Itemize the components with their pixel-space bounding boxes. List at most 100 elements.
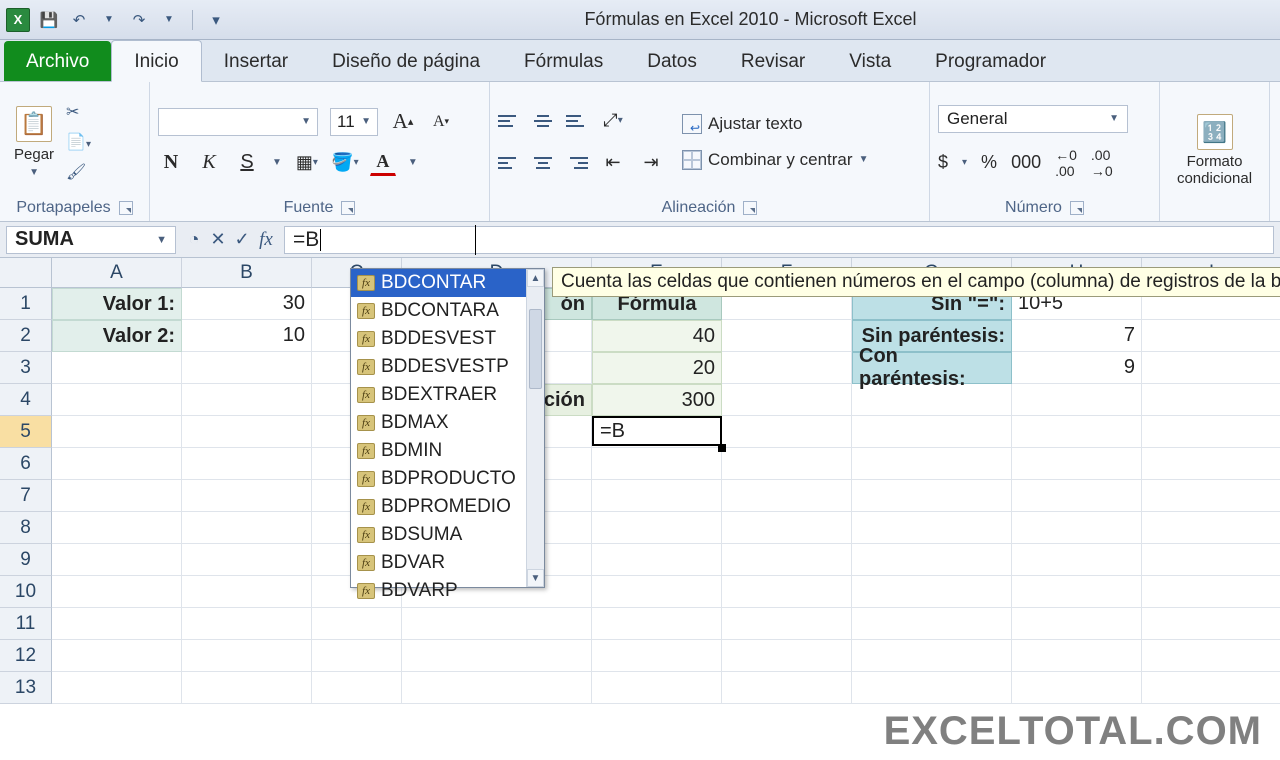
cell-I2[interactable] xyxy=(1142,320,1280,352)
cell-C11[interactable] xyxy=(312,608,402,640)
cell-G8[interactable] xyxy=(852,512,1012,544)
increase-decimal-button[interactable]: ←0.00 xyxy=(1055,147,1077,179)
tab-datos[interactable]: Datos xyxy=(625,41,719,81)
cell-A1[interactable]: Valor 1: xyxy=(52,288,182,320)
autocomplete-item[interactable]: fxBDPROMEDIO xyxy=(351,493,544,521)
row-header-2[interactable]: 2 xyxy=(0,320,52,352)
cell-H7[interactable] xyxy=(1012,480,1142,512)
cell-H2[interactable]: 7 xyxy=(1012,320,1142,352)
grow-font-button[interactable]: A▴ xyxy=(390,109,416,135)
cell-B12[interactable] xyxy=(182,640,312,672)
autocomplete-item[interactable]: fxBDSUMA xyxy=(351,521,544,549)
cell-H9[interactable] xyxy=(1012,544,1142,576)
autocomplete-item[interactable]: fxBDDESVESTP xyxy=(351,353,544,381)
cell-A7[interactable] xyxy=(52,480,182,512)
autocomplete-item[interactable]: fxBDPRODUCTO xyxy=(351,465,544,493)
tab-insertar[interactable]: Insertar xyxy=(202,41,310,81)
percent-button[interactable]: % xyxy=(981,152,997,173)
cell-H4[interactable] xyxy=(1012,384,1142,416)
autocomplete-item[interactable]: fxBDDESVEST xyxy=(351,325,544,353)
spreadsheet-grid[interactable]: ABCDEFGHI 12345678910111213 Valor 1:Valo… xyxy=(0,258,1280,760)
cell-E5[interactable]: =B xyxy=(592,416,722,446)
cell-A3[interactable] xyxy=(52,352,182,384)
tab-archivo[interactable]: Archivo xyxy=(4,41,111,81)
tab-revisar[interactable]: Revisar xyxy=(719,41,827,81)
cell-B1[interactable]: 30 xyxy=(182,288,312,320)
bold-button[interactable]: N xyxy=(158,150,184,176)
cell-A8[interactable] xyxy=(52,512,182,544)
copy-icon[interactable]: 📄▾ xyxy=(66,132,91,152)
align-bottom-button[interactable] xyxy=(566,110,588,132)
name-box[interactable]: SUMA▼ xyxy=(6,226,176,254)
tab-formulas[interactable]: Fórmulas xyxy=(502,41,625,81)
cell-B10[interactable] xyxy=(182,576,312,608)
cell-I3[interactable] xyxy=(1142,352,1280,384)
row-header-4[interactable]: 4 xyxy=(0,384,52,416)
cell-A5[interactable] xyxy=(52,416,182,448)
scroll-up-button[interactable]: ▲ xyxy=(527,269,544,287)
align-right-button[interactable] xyxy=(566,152,588,174)
undo-menu[interactable]: ▼ xyxy=(98,9,120,31)
formula-input[interactable]: =B xyxy=(284,226,1274,254)
cell-E11[interactable] xyxy=(592,608,722,640)
autocomplete-item[interactable]: fxBDCONTAR xyxy=(351,269,544,297)
select-all-corner[interactable] xyxy=(0,258,52,288)
cell-B2[interactable]: 10 xyxy=(182,320,312,352)
cell-H13[interactable] xyxy=(1012,672,1142,704)
italic-button[interactable]: K xyxy=(196,150,222,176)
fill-color-button[interactable]: 🪣▾ xyxy=(332,150,358,176)
cell-E3[interactable]: 20 xyxy=(592,352,722,384)
column-header-A[interactable]: A xyxy=(52,258,182,288)
autocomplete-item[interactable]: fxBDEXTRAER xyxy=(351,381,544,409)
cell-D13[interactable] xyxy=(402,672,592,704)
cell-C13[interactable] xyxy=(312,672,402,704)
underline-menu[interactable]: ▼ xyxy=(272,157,282,168)
currency-menu[interactable]: ▾ xyxy=(962,157,967,168)
currency-button[interactable]: $ xyxy=(938,152,948,173)
decrease-decimal-button[interactable]: .00→0 xyxy=(1091,147,1113,179)
tab-inicio[interactable]: Inicio xyxy=(111,40,201,82)
cell-F9[interactable] xyxy=(722,544,852,576)
qat-customize[interactable]: ▾ xyxy=(205,9,227,31)
cell-F11[interactable] xyxy=(722,608,852,640)
cell-A9[interactable] xyxy=(52,544,182,576)
cell-H6[interactable] xyxy=(1012,448,1142,480)
autocomplete-item[interactable]: fxBDMAX xyxy=(351,409,544,437)
cell-I12[interactable] xyxy=(1142,640,1280,672)
fill-handle[interactable] xyxy=(718,444,726,452)
cell-H12[interactable] xyxy=(1012,640,1142,672)
cell-I5[interactable] xyxy=(1142,416,1280,448)
cell-A10[interactable] xyxy=(52,576,182,608)
row-header-10[interactable]: 10 xyxy=(0,576,52,608)
cell-I6[interactable] xyxy=(1142,448,1280,480)
row-header-5[interactable]: 5 xyxy=(0,416,52,448)
wrap-text-button[interactable]: Ajustar texto xyxy=(682,114,868,134)
cell-A2[interactable]: Valor 2: xyxy=(52,320,182,352)
dialog-launcher-icon[interactable] xyxy=(1070,201,1084,215)
autocomplete-item[interactable]: fxBDVAR xyxy=(351,549,544,577)
cell-I8[interactable] xyxy=(1142,512,1280,544)
cell-G10[interactable] xyxy=(852,576,1012,608)
cell-F3[interactable] xyxy=(722,352,852,384)
cell-F13[interactable] xyxy=(722,672,852,704)
scroll-thumb[interactable] xyxy=(529,309,542,389)
font-name-dropdown[interactable]: ▼ xyxy=(158,108,318,136)
cell-B3[interactable] xyxy=(182,352,312,384)
dialog-launcher-icon[interactable] xyxy=(119,201,133,215)
merge-center-button[interactable]: Combinar y centrar▼ xyxy=(682,150,868,170)
format-painter-icon[interactable]: 🖌 xyxy=(66,162,91,182)
row-header-9[interactable]: 9 xyxy=(0,544,52,576)
borders-button[interactable]: ▦▾ xyxy=(294,150,320,176)
dialog-launcher-icon[interactable] xyxy=(341,201,355,215)
autocomplete-item[interactable]: fxBDMIN xyxy=(351,437,544,465)
scroll-down-button[interactable]: ▼ xyxy=(527,569,544,587)
row-header-1[interactable]: 1 xyxy=(0,288,52,320)
cell-E4[interactable]: 300 xyxy=(592,384,722,416)
cell-F4[interactable] xyxy=(722,384,852,416)
align-center-button[interactable] xyxy=(532,152,554,174)
paste-button[interactable]: Pegar ▼ xyxy=(8,106,60,178)
increase-indent-button[interactable]: ⇥ xyxy=(638,150,664,176)
column-header-B[interactable]: B xyxy=(182,258,312,288)
row-header-11[interactable]: 11 xyxy=(0,608,52,640)
cell-E7[interactable] xyxy=(592,480,722,512)
